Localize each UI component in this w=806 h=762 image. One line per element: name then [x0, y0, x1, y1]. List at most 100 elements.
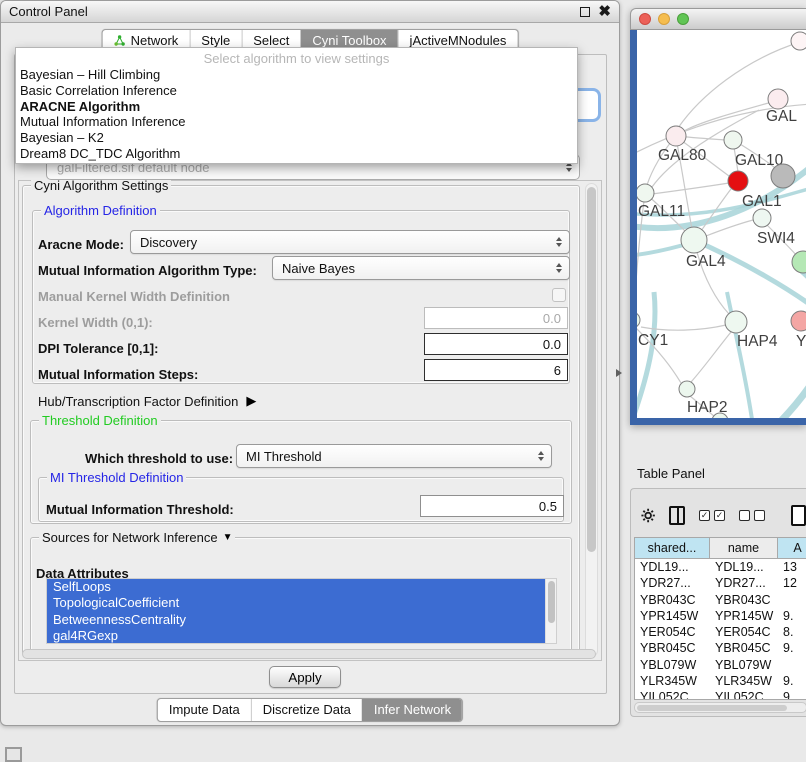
- algorithm-option[interactable]: Bayesian – Hill Climbing: [16, 67, 577, 83]
- network-node-hap2[interactable]: [679, 381, 695, 397]
- algorithm-option[interactable]: Mutual Information Inference: [16, 114, 577, 130]
- minimized-panel-icon[interactable]: [5, 747, 22, 762]
- data-attribute-item[interactable]: BetweennessCentrality: [47, 612, 545, 628]
- apply-button[interactable]: Apply: [269, 666, 341, 688]
- network-edge[interactable]: [652, 183, 729, 194]
- unchecked-boxes-icon[interactable]: [739, 510, 765, 521]
- table-row[interactable]: YBR045CYBR045C9.: [635, 640, 806, 656]
- settings-vertical-scrollbar[interactable]: [585, 183, 598, 657]
- mi-algorithm-type-combo[interactable]: Naive Bayes: [272, 256, 570, 280]
- network-canvas[interactable]: GALGAL80GAL10GAL1GAL11SWI4GAL4GCY1HAP4YH…: [637, 30, 806, 418]
- table-row[interactable]: YIL052CYIL052C9.: [635, 689, 806, 700]
- network-node-gal[interactable]: [768, 89, 788, 109]
- network-node-swi4[interactable]: [753, 209, 771, 227]
- network-node-gal10[interactable]: [724, 131, 742, 149]
- network-edge[interactable]: [694, 240, 806, 306]
- network-edge[interactable]: [776, 380, 806, 418]
- node-label: GAL4: [686, 253, 726, 270]
- float-panel-icon[interactable]: [580, 7, 590, 17]
- threshold-definition-legend: Threshold Definition: [39, 413, 161, 428]
- columns-icon[interactable]: [669, 506, 685, 525]
- which-threshold-label: Which threshold to use:: [85, 451, 233, 466]
- column-header-A[interactable]: A: [778, 538, 806, 559]
- network-edge[interactable]: [691, 332, 731, 382]
- manual-kernel-label: Manual Kernel Width Definition: [38, 289, 230, 304]
- mi-steps-field[interactable]: 6: [424, 359, 568, 381]
- hub-definition-label: Hub/Transcription Factor Definition: [38, 394, 238, 409]
- expanded-arrow-icon[interactable]: ▼: [223, 532, 233, 543]
- close-window-icon[interactable]: [639, 13, 651, 25]
- table-panel-title: Table Panel: [637, 466, 705, 481]
- node-label: GAL1: [742, 193, 782, 210]
- combo-stepper-icon: [556, 237, 562, 247]
- network-node-gal1[interactable]: [728, 171, 748, 191]
- table-row[interactable]: YER054CYER054C8.: [635, 624, 806, 640]
- gear-icon[interactable]: [641, 507, 655, 524]
- close-panel-icon[interactable]: ✖: [598, 7, 611, 17]
- control-panel-title: Control Panel: [9, 4, 88, 19]
- kernel-width-field[interactable]: 0.0: [424, 307, 568, 329]
- zoom-window-icon[interactable]: [677, 13, 689, 25]
- table-row[interactable]: YPR145WYPR145W9.: [635, 608, 806, 624]
- node-label: GCY1: [637, 332, 668, 349]
- table-header-row: shared...nameA: [635, 538, 806, 559]
- network-node-gal80[interactable]: [666, 126, 686, 146]
- node-label: GAL80: [658, 147, 707, 164]
- aracne-mode-combo[interactable]: Discovery: [130, 230, 570, 254]
- table-row[interactable]: YDR27...YDR27...12: [635, 575, 806, 591]
- tab-infer-network[interactable]: Infer Network: [362, 699, 462, 721]
- network-node-y[interactable]: [791, 311, 806, 331]
- node-label: HAP4: [737, 333, 778, 350]
- manual-kernel-checkbox[interactable]: [552, 288, 566, 302]
- node-label: GAL11: [638, 203, 685, 220]
- node-label: GAL: [766, 108, 797, 125]
- network-node-unlabeled[interactable]: [791, 32, 806, 50]
- table-row[interactable]: YBL079WYBL079W: [635, 657, 806, 673]
- aracne-mode-label: Aracne Mode:: [38, 237, 124, 252]
- network-node-unlabeled[interactable]: [771, 164, 795, 188]
- settings-horizontal-scrollbar[interactable]: [22, 649, 596, 659]
- tab-impute-data[interactable]: Impute Data: [158, 699, 251, 721]
- table-row[interactable]: YLR345WYLR345W9.: [635, 673, 806, 689]
- document-icon[interactable]: [791, 505, 806, 526]
- attributes-list-scrollbar[interactable]: [545, 579, 556, 643]
- data-attribute-item[interactable]: SelfLoops: [47, 579, 545, 595]
- table-horizontal-scrollbar[interactable]: [634, 702, 806, 713]
- mi-threshold-label: Mutual Information Threshold:: [46, 502, 234, 517]
- cyni-bottom-tabs: Impute DataDiscretize DataInfer Network: [157, 698, 463, 722]
- dpi-tolerance-field[interactable]: 0.0: [424, 333, 568, 355]
- algorithm-option[interactable]: Basic Correlation Inference: [16, 83, 577, 99]
- data-attributes-list: SelfLoopsTopologicalCoefficientBetweenne…: [46, 578, 557, 644]
- table-panel-window: ✓✓ shared...nameA YDL19...YDL19...13YDR2…: [630, 488, 806, 717]
- table-row[interactable]: YBR043CYBR043C: [635, 592, 806, 608]
- control-panel-titlebar: Control Panel ✖: [1, 1, 619, 23]
- hub-definition-toggle[interactable]: Hub/Transcription Factor Definition ▶: [38, 393, 256, 409]
- column-header-shared...[interactable]: shared...: [635, 538, 710, 559]
- algorithm-dropdown-menu: Select algorithm to view settings Bayesi…: [15, 47, 578, 164]
- algorithm-placeholder: Select algorithm to view settings: [16, 48, 577, 67]
- network-node-gal4[interactable]: [681, 227, 707, 253]
- node-table: shared...nameA YDL19...YDL19...13YDR27..…: [634, 537, 806, 700]
- mi-type-label: Mutual Information Algorithm Type:: [38, 263, 257, 278]
- which-threshold-combo[interactable]: MI Threshold: [236, 444, 552, 468]
- dpi-tolerance-label: DPI Tolerance [0,1]:: [38, 341, 158, 356]
- mi-threshold-field[interactable]: 0.5: [420, 495, 564, 517]
- algorithm-option[interactable]: Dream8 DC_TDC Algorithm: [16, 146, 577, 162]
- network-frame: GALGAL80GAL10GAL1GAL11SWI4GAL4GCY1HAP4YH…: [630, 30, 806, 425]
- panel-splitter-arrow-icon[interactable]: [616, 369, 622, 377]
- checked-boxes-icon[interactable]: ✓✓: [699, 510, 725, 521]
- minimize-window-icon[interactable]: [658, 13, 670, 25]
- network-node-hap4[interactable]: [725, 311, 747, 333]
- data-attribute-item[interactable]: gal4RGexp: [47, 628, 545, 644]
- algorithm-option[interactable]: ARACNE Algorithm: [16, 99, 577, 115]
- network-node-gcy1[interactable]: [637, 312, 640, 328]
- column-header-name[interactable]: name: [710, 538, 778, 559]
- table-row[interactable]: YDL19...YDL19...13: [635, 559, 806, 575]
- network-edge[interactable]: [727, 292, 753, 418]
- tab-discretize-data[interactable]: Discretize Data: [251, 699, 362, 721]
- network-node-unlabeled[interactable]: [792, 251, 806, 273]
- network-edge[interactable]: [637, 292, 655, 418]
- network-node-gal11[interactable]: [637, 184, 654, 202]
- data-attribute-item[interactable]: TopologicalCoefficient: [47, 595, 545, 611]
- algorithm-option[interactable]: Bayesian – K2: [16, 130, 577, 146]
